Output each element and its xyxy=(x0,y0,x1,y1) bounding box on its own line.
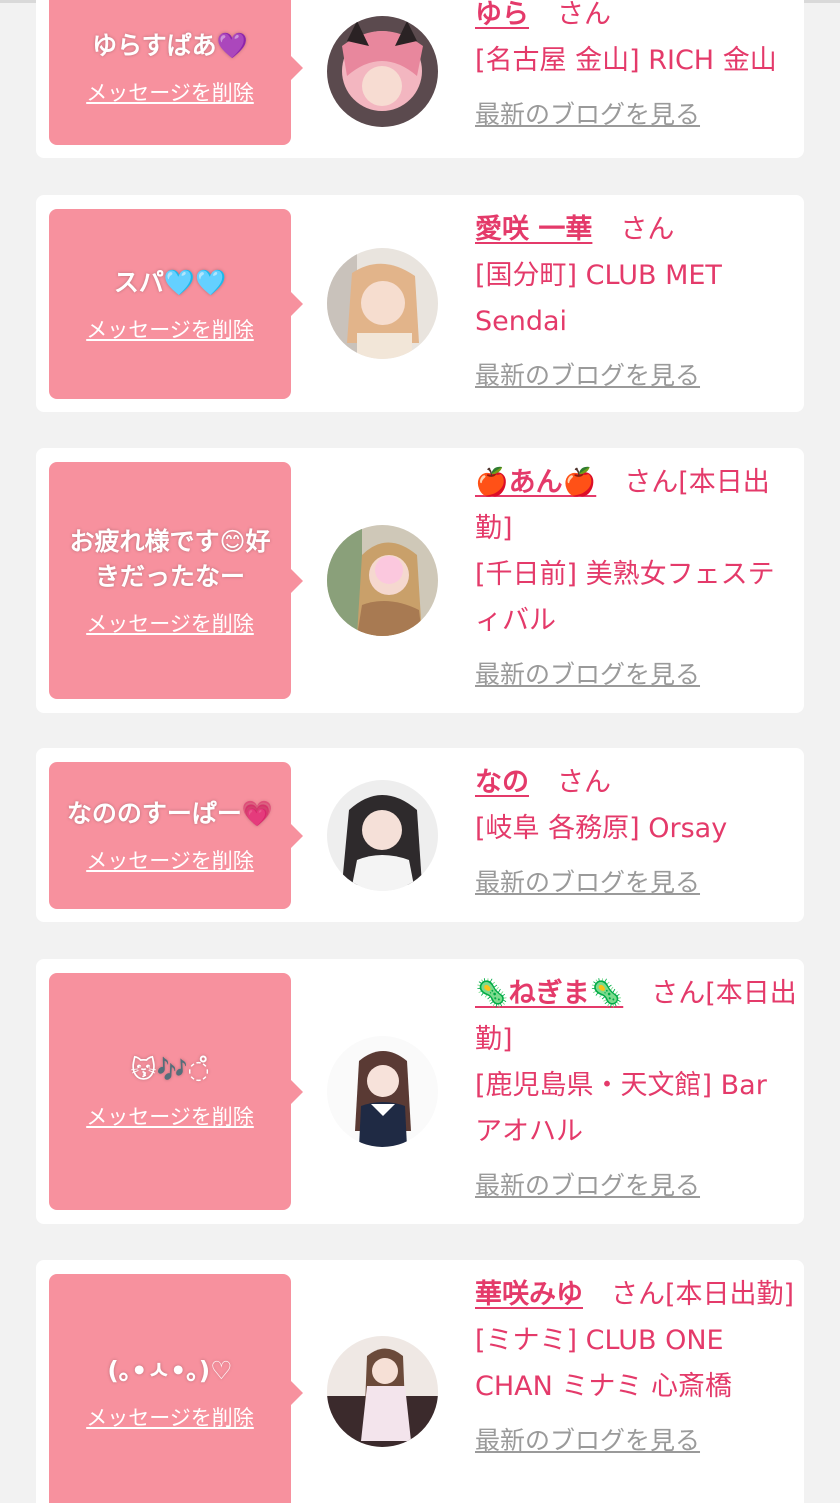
delete-message-link[interactable]: メッセージを削除 xyxy=(86,314,254,344)
avatar[interactable] xyxy=(327,780,438,891)
cast-name-link[interactable]: 華咲みゆ xyxy=(475,1279,583,1310)
message-list: ゆらすぱあ💜 メッセージを削除 ゆら さん [名古屋 金山] RICH 金山 最新… xyxy=(0,0,840,1503)
message-bubble: なののすーぱー💗 メッセージを削除 xyxy=(49,762,303,909)
message-card: (｡•ㅅ•｡)♡ メッセージを削除 華咲みゆ さん[本日出勤] [ミナミ] CLU… xyxy=(36,1260,804,1503)
cast-info: なの さん [岐阜 各務原] Orsay 最新のブログを見る xyxy=(475,760,797,906)
shop-name: [ミナミ] CLUB ONE CHAN ミナミ 心斎橋 xyxy=(475,1325,732,1402)
cast-name-link[interactable]: なの xyxy=(475,767,529,798)
avatar[interactable] xyxy=(327,248,438,359)
latest-blog-link[interactable]: 最新のブログを見る xyxy=(475,353,797,399)
avatar[interactable] xyxy=(327,1036,438,1147)
shop-name: [名古屋 金山] RICH 金山 xyxy=(475,45,777,76)
cast-info: ゆら さん [名古屋 金山] RICH 金山 最新のブログを見る xyxy=(475,0,797,138)
message-text: (｡•ㅅ•｡)♡ xyxy=(107,1356,233,1385)
message-text: お疲れ様です😊好きだったなー xyxy=(69,526,271,591)
delete-message-link[interactable]: メッセージを削除 xyxy=(86,845,254,875)
message-card: 😽🎶◌̊ メッセージを削除 🦠ねぎま🦠 さん[本日出勤] [鹿児島県・天文館] B… xyxy=(36,959,804,1224)
cast-info: 🦠ねぎま🦠 さん[本日出勤] [鹿児島県・天文館] Bar アオハル 最新のブログ… xyxy=(475,971,797,1209)
message-card: スパ🩵🩵 メッセージを削除 愛咲 一華 さん [国分町] CLUB MET Sen… xyxy=(36,195,804,412)
message-text: なののすーぱー💗 xyxy=(66,799,274,828)
cast-name-link[interactable]: 🍎あん🍎 xyxy=(475,467,596,498)
honorific: さん xyxy=(620,214,675,245)
message-card: なののすーぱー💗 メッセージを削除 なの さん [岐阜 各務原] Orsay 最新… xyxy=(36,748,804,922)
delete-message-link[interactable]: メッセージを削除 xyxy=(86,1101,254,1131)
honorific: さん[本日出勤] xyxy=(611,1279,795,1310)
delete-message-link[interactable]: メッセージを削除 xyxy=(86,1402,254,1432)
cast-info: 愛咲 一華 さん [国分町] CLUB MET Sendai 最新のブログを見る xyxy=(475,207,797,399)
latest-blog-link[interactable]: 最新のブログを見る xyxy=(475,860,797,906)
message-text: ゆらすぱあ💜 xyxy=(92,31,248,60)
latest-blog-link[interactable]: 最新のブログを見る xyxy=(475,1418,797,1464)
cast-name-link[interactable]: ゆら xyxy=(475,0,529,30)
honorific: さん xyxy=(557,0,611,30)
message-card: お疲れ様です😊好きだったなー メッセージを削除 🍎あん🍎 さん[本日出勤] [千日… xyxy=(36,448,804,713)
message-bubble: スパ🩵🩵 メッセージを削除 xyxy=(49,209,303,399)
message-card: ゆらすぱあ💜 メッセージを削除 ゆら さん [名古屋 金山] RICH 金山 最新… xyxy=(36,0,804,158)
avatar[interactable] xyxy=(327,525,438,636)
latest-blog-link[interactable]: 最新のブログを見る xyxy=(475,92,797,138)
avatar-photo-3-icon xyxy=(327,525,438,636)
message-bubble: お疲れ様です😊好きだったなー メッセージを削除 xyxy=(49,462,303,699)
avatar[interactable] xyxy=(327,1336,438,1447)
avatar-photo-6-icon xyxy=(327,1336,438,1447)
cast-info: 🍎あん🍎 さん[本日出勤] [千日前] 美熟女フェスティバル 最新のブログを見る xyxy=(475,460,797,698)
avatar-photo-1-icon xyxy=(327,16,438,127)
cast-info: 華咲みゆ さん[本日出勤] [ミナミ] CLUB ONE CHAN ミナミ 心斎橋… xyxy=(475,1272,797,1464)
avatar-photo-4-icon xyxy=(327,780,438,891)
message-bubble: (｡•ㅅ•｡)♡ メッセージを削除 xyxy=(49,1274,303,1503)
message-text: スパ🩵🩵 xyxy=(113,267,227,297)
shop-name: [岐阜 各務原] Orsay xyxy=(475,813,728,844)
avatar-photo-2-icon xyxy=(327,248,438,359)
message-bubble: 😽🎶◌̊ メッセージを削除 xyxy=(49,973,303,1210)
shop-name: [千日前] 美熟女フェスティバル xyxy=(475,559,775,636)
message-bubble: ゆらすぱあ💜 メッセージを削除 xyxy=(49,0,303,145)
delete-message-link[interactable]: メッセージを削除 xyxy=(86,608,254,638)
cast-name-link[interactable]: 愛咲 一華 xyxy=(475,214,592,245)
latest-blog-link[interactable]: 最新のブログを見る xyxy=(475,652,797,698)
message-text: 😽🎶◌̊ xyxy=(130,1055,210,1084)
shop-name: [鹿児島県・天文館] Bar アオハル xyxy=(475,1070,767,1147)
avatar[interactable] xyxy=(327,16,438,127)
latest-blog-link[interactable]: 最新のブログを見る xyxy=(475,1163,797,1209)
shop-name: [国分町] CLUB MET Sendai xyxy=(475,260,722,337)
cast-name-link[interactable]: 🦠ねぎま🦠 xyxy=(475,978,623,1009)
avatar-photo-5-icon xyxy=(327,1036,438,1147)
delete-message-link[interactable]: メッセージを削除 xyxy=(86,77,254,107)
honorific: さん xyxy=(557,767,611,798)
